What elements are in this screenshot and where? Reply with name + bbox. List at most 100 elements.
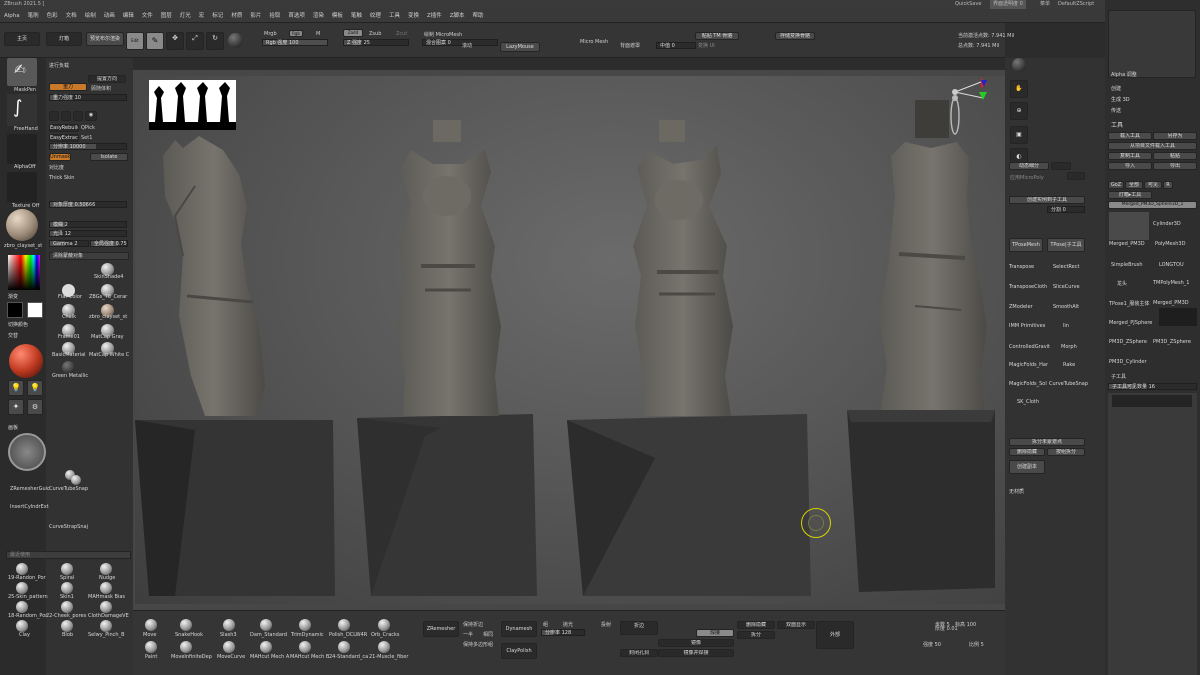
gravity-strength-slider[interactable]: 重力强度 10 — [49, 94, 127, 101]
tool-label-2[interactable]: TransposeCloth — [1009, 284, 1047, 290]
square-shape-icon[interactable] — [49, 111, 59, 121]
front-dir-button[interactable]: 提置方向 — [88, 75, 126, 83]
scale-button[interactable]: ⤢ — [186, 32, 204, 50]
tool-label-7[interactable]: lin — [1063, 323, 1069, 329]
mrgb-toggle[interactable]: Mrgb — [264, 31, 277, 37]
brush-damstandard-icon[interactable] — [260, 619, 272, 631]
menu-marker[interactable]: 标记 — [208, 9, 227, 23]
mirror-button[interactable]: 镜像 — [658, 639, 734, 647]
create-label[interactable]: 创建 — [1111, 85, 1121, 92]
rgb-toggle[interactable]: Rgb — [289, 30, 303, 37]
create-instance-button[interactable]: 创建实例到子工具 — [1009, 196, 1085, 204]
brush-nudge-icon[interactable] — [100, 563, 112, 575]
tool-label-4[interactable]: ZModeler — [1009, 304, 1033, 310]
draw-button[interactable]: ✎ — [146, 32, 164, 50]
import-button[interactable]: 导入 — [1108, 162, 1152, 170]
backface-mask-toggle[interactable]: 背面遮罩 — [620, 42, 640, 49]
move-button[interactable]: ✥ — [166, 32, 184, 50]
mask-value-slider[interactable]: 中值 0 — [656, 42, 696, 49]
resolution-bottom-slider[interactable]: 分辨率 128 — [541, 629, 585, 636]
resolution-slider[interactable]: 分辨率 10000 — [49, 143, 127, 150]
maskpen-brush-thumb[interactable]: ✍ — [7, 58, 37, 86]
brush-slash3-icon[interactable] — [223, 619, 235, 631]
menu-color[interactable]: 色彩 — [43, 9, 62, 23]
secondary-color-swatch[interactable] — [27, 302, 43, 318]
load-tool-button[interactable]: 载入工具 — [1108, 132, 1152, 140]
light-bulb-alt-icon[interactable]: 💡 — [27, 380, 43, 396]
tpose-subtool-button[interactable]: TPose|子工具 — [1047, 238, 1085, 252]
brush-skin-pattern-icon[interactable] — [16, 582, 28, 594]
polish-toggle[interactable]: 抛光 — [563, 621, 573, 628]
polyframe-sphere-icon[interactable] — [228, 33, 243, 48]
apply-micropoly-label[interactable]: 应用MicroPoly — [1010, 174, 1044, 181]
texture-thumb[interactable] — [7, 172, 37, 202]
menu-stencil[interactable]: 模板 — [328, 9, 347, 23]
goz-visible-button[interactable]: 可见 — [1144, 181, 1162, 189]
menu-help[interactable]: 帮助 — [469, 9, 488, 23]
brush-spiral-icon[interactable] — [61, 563, 73, 575]
subtool-list[interactable] — [1108, 393, 1197, 675]
color-picker[interactable] — [8, 255, 40, 290]
brush-snakehook-icon[interactable] — [180, 619, 192, 631]
easy-extract-button[interactable]: EasyExtract — [49, 134, 79, 142]
mirror-weld-button[interactable]: 镜像并焊接 — [658, 649, 734, 657]
dynamic-toggle[interactable] — [1051, 162, 1071, 170]
menu-zplugin[interactable]: Z插件 — [423, 9, 446, 23]
menu-layer[interactable]: 图层 — [157, 9, 176, 23]
weld-button[interactable]: 焊接 — [696, 629, 734, 637]
keep-groups-toggle[interactable]: 保持折边 — [463, 621, 483, 628]
menu-tool[interactable]: 工具 — [385, 9, 404, 23]
rgb-intensity-slider[interactable]: Rgb 强度 100 — [262, 39, 328, 46]
blur-slider[interactable]: 模糊 2 — [49, 221, 127, 228]
claypolish-button[interactable]: ClayPolish — [501, 643, 537, 659]
split-slider[interactable]: 分割 0 — [1047, 206, 1085, 213]
save-as-button[interactable]: 另存为 — [1153, 132, 1197, 140]
brush-movecurve-icon[interactable] — [223, 641, 235, 653]
load-from-project-button[interactable]: 从项目文件载入工具 — [1108, 142, 1197, 150]
tool-thumb-merged[interactable] — [1109, 212, 1149, 240]
menu-alpha[interactable]: Alpha — [0, 9, 24, 23]
main-color-swatch[interactable] — [7, 302, 23, 318]
export-button[interactable]: 导出 — [1153, 162, 1197, 170]
brush-muscle-fiber-icon[interactable] — [378, 641, 390, 653]
cylinder-shape-icon[interactable] — [73, 111, 83, 121]
dynamic-subdiv-button[interactable]: 动态细分 — [1009, 162, 1049, 170]
tool-thumb-selected[interactable] — [1159, 308, 1197, 326]
generate-3d-label[interactable]: 生成 3D — [1111, 96, 1130, 103]
menu-picker[interactable]: 拾取 — [265, 9, 284, 23]
zcut-toggle[interactable]: Zcut — [396, 31, 407, 37]
gamma-slider[interactable]: Gamma 2 — [49, 240, 89, 247]
freehand-stroke-thumb[interactable]: ∫ — [7, 94, 37, 126]
preview-render-button[interactable]: 预览布尔渲染 — [86, 32, 124, 46]
unmask-toggle[interactable]: Unmask — [49, 153, 71, 161]
menu-transform[interactable]: 变换 — [404, 9, 423, 23]
brush-pinch-icon[interactable] — [100, 620, 112, 632]
isolate-button[interactable]: Isolate — [90, 153, 128, 161]
brush-moveinfinite-icon[interactable] — [180, 641, 192, 653]
menu-movie-anim[interactable]: 动画 — [100, 9, 119, 23]
brush-mahcut-a-icon[interactable] — [260, 641, 272, 653]
global-strength-slider[interactable]: 全局强度 0.75 — [90, 240, 128, 247]
home-button[interactable]: 主页 — [4, 32, 40, 46]
edit-button[interactable]: Edit — [126, 32, 144, 50]
double-sided-button[interactable]: 双面显示 — [777, 621, 815, 629]
tool-label-3[interactable]: SliceCurve — [1053, 284, 1080, 290]
menu-document[interactable]: 文档 — [62, 9, 81, 23]
tool-label-14[interactable]: SK_Cloth — [1017, 399, 1039, 405]
goz-button[interactable]: GoZ — [1108, 181, 1124, 189]
brush-clothdamage-icon[interactable] — [100, 601, 112, 613]
bpr-render-icon[interactable] — [1012, 58, 1026, 72]
alpha-thumb[interactable] — [7, 134, 37, 164]
project-toggle[interactable]: 投射 — [601, 621, 611, 628]
brush-polish-icon[interactable] — [338, 619, 350, 631]
tool-label-1[interactable]: SelectRect — [1053, 264, 1079, 270]
close-holes-button[interactable]: 封闭孔洞 — [620, 649, 658, 657]
tool-label-9[interactable]: Morph — [1061, 344, 1077, 350]
brush-clay-icon[interactable] — [16, 620, 28, 632]
micropoly-toggle[interactable] — [1067, 172, 1085, 180]
menu-brush[interactable]: 笔刷 — [24, 9, 43, 23]
copy-tool-button[interactable]: 复制工具 — [1108, 152, 1152, 160]
eye-icon[interactable]: ◉ — [85, 111, 97, 121]
menu-movie[interactable]: 影片 — [246, 9, 265, 23]
scroll-icon[interactable]: ✋ — [1010, 80, 1028, 98]
